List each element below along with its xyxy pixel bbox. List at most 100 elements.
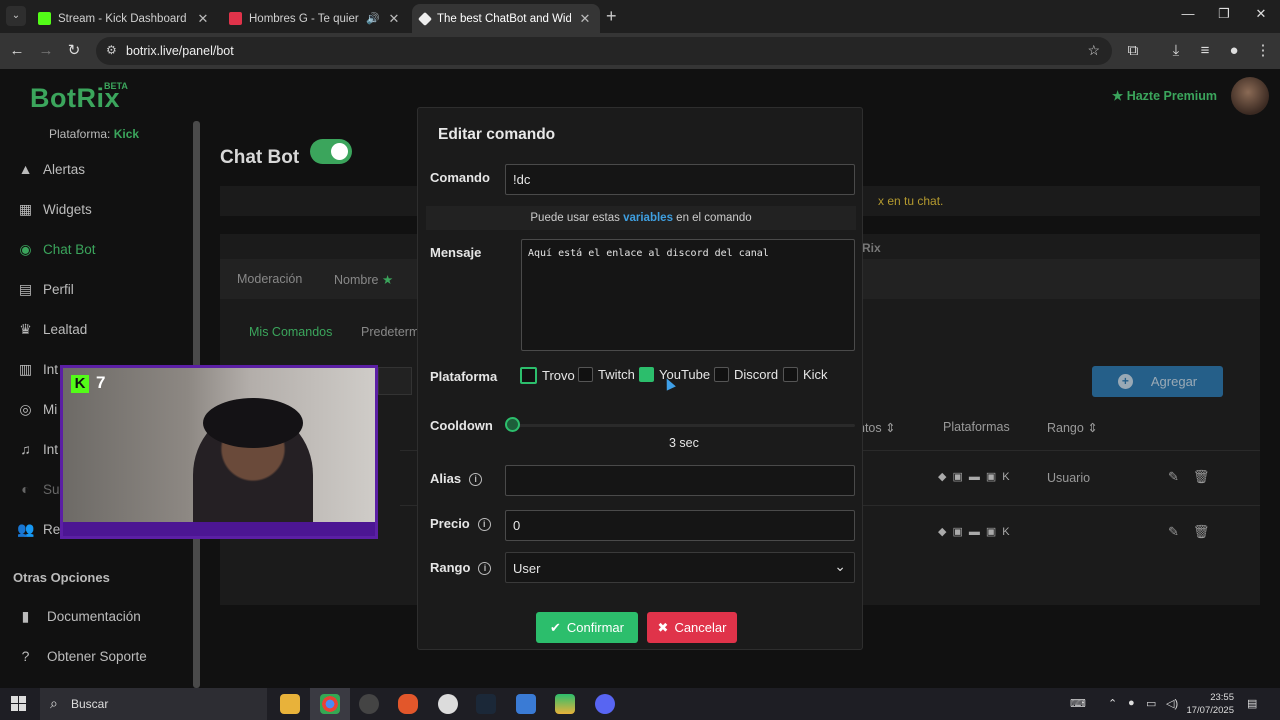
- tab-moderacion[interactable]: Moderación: [237, 272, 302, 286]
- bluestacks-icon[interactable]: [555, 694, 575, 714]
- taskbar-clock[interactable]: 23:55 17/07/2025: [1186, 691, 1234, 717]
- chrome-icon[interactable]: [320, 694, 340, 714]
- alias-input[interactable]: [505, 465, 855, 496]
- cooldown-slider-track[interactable]: [513, 424, 855, 427]
- platform-checkbox-youtube[interactable]: YouTube: [639, 367, 710, 382]
- info-icon[interactable]: i: [478, 562, 492, 575]
- user-avatar[interactable]: [1231, 77, 1269, 115]
- premium-link[interactable]: ★ Hazte Premium: [1112, 88, 1217, 103]
- steam-icon[interactable]: [476, 694, 496, 714]
- add-command-button[interactable]: + Agregar: [1092, 366, 1223, 397]
- checkbox[interactable]: [520, 367, 537, 384]
- col-header-rango[interactable]: Rango ⇕: [1047, 420, 1098, 435]
- sidebar-item-alertas[interactable]: ▲ Alertas: [17, 161, 85, 178]
- sidebar-item-mi[interactable]: ◎ Mi: [17, 401, 57, 418]
- taskbar-search[interactable]: ⌕ Buscar: [40, 688, 267, 720]
- plus-icon: +: [1117, 374, 1133, 389]
- menu-dots-icon[interactable]: ⋮: [1252, 40, 1274, 62]
- platform-checkbox-twitch[interactable]: Twitch: [578, 367, 635, 382]
- tab-kick-dashboard[interactable]: Stream - Kick Dashboard ✕: [30, 4, 218, 33]
- confirm-button[interactable]: ✔ Confirmar: [536, 612, 638, 643]
- price-input[interactable]: [505, 510, 855, 541]
- extensions-icon[interactable]: ⧉: [1122, 40, 1144, 62]
- chatbot-enable-toggle[interactable]: [310, 139, 352, 164]
- mic-tray-icon[interactable]: ●: [1128, 697, 1135, 709]
- sidebar-item-documentacion[interactable]: ▮ Documentación: [17, 608, 141, 625]
- checkbox[interactable]: [783, 367, 798, 382]
- message-textarea[interactable]: Aquí está el enlace al discord del canal: [521, 239, 855, 351]
- sidebar-item-re[interactable]: 👥 Re: [17, 521, 60, 538]
- info-icon[interactable]: i: [469, 473, 483, 486]
- volume-icon[interactable]: ◁): [1166, 697, 1178, 710]
- media-control-icon[interactable]: ≡: [1194, 40, 1216, 62]
- command-input[interactable]: [505, 164, 855, 195]
- sidebar-item-int[interactable]: ▥ Int: [17, 361, 58, 378]
- close-icon[interactable]: ✕: [578, 11, 592, 27]
- network-icon[interactable]: ▭: [1146, 697, 1156, 710]
- keyboard-icon[interactable]: ⌨: [1070, 697, 1086, 710]
- download-icon[interactable]: ⤓: [1165, 40, 1187, 62]
- sidebar-item-perfil[interactable]: ▤ Perfil: [17, 281, 74, 298]
- sidebar-item-chat-bot[interactable]: ◉ Chat Bot: [17, 241, 95, 258]
- restore-icon[interactable]: ❐: [1214, 6, 1234, 22]
- close-window-icon[interactable]: ✕: [1251, 6, 1271, 22]
- tab-youtube[interactable]: Hombres G - Te quiero (Au 🔊 ✕: [221, 4, 409, 33]
- subtab-predeterminados[interactable]: Predeterm: [361, 325, 419, 339]
- subtab-mis-comandos[interactable]: Mis Comandos: [249, 325, 332, 339]
- notifications-icon[interactable]: ▤: [1247, 697, 1257, 710]
- tab-search-button[interactable]: ⌄: [6, 6, 26, 26]
- minimize-icon[interactable]: —: [1178, 6, 1198, 21]
- discord-icon[interactable]: [595, 694, 615, 714]
- speaker-icon[interactable]: 🔊: [366, 12, 380, 25]
- settings-app-icon[interactable]: [438, 694, 458, 714]
- sidebar-item-soporte[interactable]: ? Obtener Soporte: [17, 648, 147, 665]
- sidebar-item-int-music[interactable]: ♫ Int: [17, 441, 58, 458]
- cooldown-slider-thumb[interactable]: [505, 417, 520, 432]
- tab-title: Hombres G - Te quiero (Au: [249, 12, 359, 25]
- close-icon[interactable]: ✕: [387, 11, 401, 27]
- hint-prefix: Puede usar estas: [530, 212, 620, 224]
- back-icon[interactable]: ←: [6, 40, 28, 62]
- app-icon[interactable]: [516, 694, 536, 714]
- reload-icon[interactable]: ↻: [63, 40, 85, 62]
- tab-nombre[interactable]: Nombre ★: [334, 272, 393, 287]
- checkbox[interactable]: [639, 367, 654, 382]
- info-icon[interactable]: i: [477, 518, 491, 531]
- variables-link[interactable]: variables: [623, 212, 673, 224]
- new-tab-button[interactable]: +: [606, 6, 626, 27]
- cancel-button[interactable]: ✖ Cancelar: [647, 612, 737, 643]
- question-icon: ?: [21, 648, 30, 664]
- forward-icon[interactable]: →: [35, 40, 57, 62]
- platform-checkbox-discord[interactable]: Discord: [714, 367, 778, 382]
- tab-botrix[interactable]: The best ChatBot and Widgets ✕: [412, 4, 600, 33]
- star-icon: ★: [381, 273, 394, 287]
- microphone-app-icon[interactable]: [398, 694, 418, 714]
- bookmark-star-icon[interactable]: ☆: [1087, 42, 1100, 59]
- file-explorer-icon[interactable]: [280, 694, 300, 714]
- rank-select[interactable]: User ⌄: [505, 552, 855, 583]
- tray-chevron-icon[interactable]: ⌃: [1108, 697, 1117, 710]
- profile-avatar-icon[interactable]: ●: [1223, 40, 1245, 62]
- search-input-partial[interactable]: [378, 367, 412, 395]
- row-actions[interactable]: ✎🗑: [1168, 524, 1223, 540]
- clock-date: 17/07/2025: [1186, 705, 1234, 716]
- sidebar-item-widgets[interactable]: ▦ Widgets: [17, 201, 92, 218]
- close-icon[interactable]: ✕: [196, 11, 210, 27]
- windows-start-icon[interactable]: [11, 696, 26, 711]
- sidebar-item-label: Int: [43, 362, 59, 377]
- sidebar-item-su[interactable]: ◐ Su: [17, 481, 59, 498]
- kick-icon: [38, 12, 51, 25]
- platform-checkbox-kick[interactable]: Kick: [783, 367, 828, 382]
- obs-icon[interactable]: [359, 694, 379, 714]
- edit-command-modal: Editar comando Comando Puede usar estas …: [417, 107, 863, 650]
- gamepad-icon: ◉: [19, 241, 32, 257]
- sidebar-item-lealtad[interactable]: ♛ Lealtad: [17, 321, 87, 338]
- platform-checkbox-trovo[interactable]: Trovo: [520, 367, 575, 384]
- checkbox[interactable]: [578, 367, 593, 382]
- row-actions[interactable]: ✎🗑: [1168, 469, 1223, 485]
- checkbox[interactable]: [714, 367, 729, 382]
- sidebar-item-label: Perfil: [43, 282, 74, 297]
- address-bar[interactable]: ⚙ botrix.live/panel/bot ☆: [96, 37, 1112, 65]
- col-header-puntos[interactable]: ntos ⇕: [858, 420, 896, 435]
- site-info-icon[interactable]: ⚙: [106, 43, 117, 57]
